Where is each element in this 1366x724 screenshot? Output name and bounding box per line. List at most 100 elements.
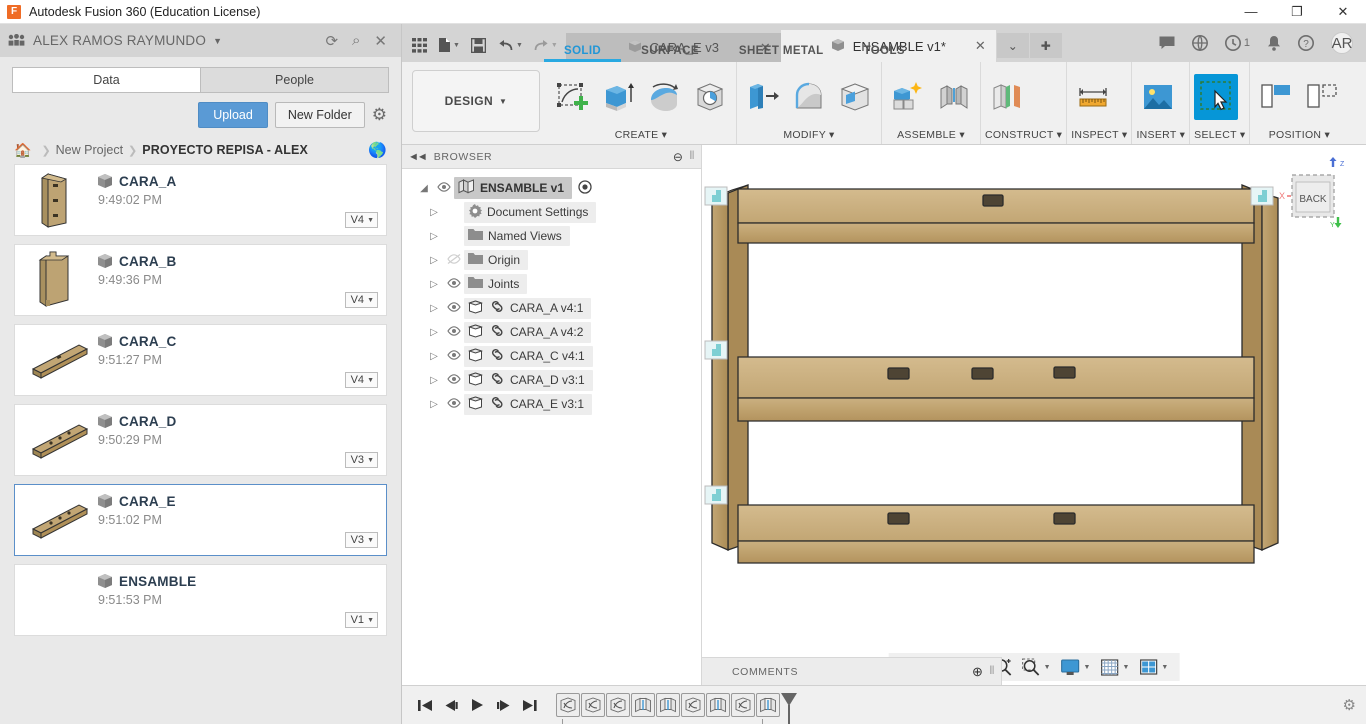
activate-component-icon[interactable]	[578, 180, 592, 197]
visibility-eye-icon[interactable]	[444, 326, 464, 339]
timeline-node[interactable]	[706, 693, 730, 717]
tree-item-chip[interactable]: CARA_A v4:1	[464, 298, 591, 319]
tree-item-chip[interactable]: Document Settings	[464, 202, 596, 223]
browser-tree-item[interactable]: ▷CARA_A v4:2	[402, 320, 701, 344]
insert-image-icon[interactable]	[1136, 74, 1180, 120]
timeline-node[interactable]	[656, 693, 680, 717]
play-icon[interactable]	[464, 698, 490, 712]
tree-expand-arrow[interactable]: ▷	[424, 375, 444, 386]
tree-item-chip[interactable]: CARA_D v3:1	[464, 370, 593, 391]
visibility-eye-icon[interactable]	[434, 182, 454, 195]
file-list-item[interactable]: CARA_B9:49:36 PMV4▼	[14, 244, 387, 316]
view-cube[interactable]: BACK Z Y X	[1268, 157, 1360, 239]
gear-icon[interactable]: ⚙	[372, 105, 387, 125]
fillet-icon[interactable]	[787, 74, 831, 120]
revolve-icon[interactable]	[642, 74, 686, 120]
chevron-down-icon[interactable]: ▼	[213, 36, 222, 46]
ribbon-group-label-create[interactable]: CREATE ▾	[550, 128, 732, 141]
file-version-badge[interactable]: V4▼	[345, 212, 378, 228]
timeline-node[interactable]	[581, 693, 605, 717]
grid-snap-icon[interactable]: ▼	[1097, 657, 1132, 678]
tab-list-dropdown[interactable]: ⌄	[997, 33, 1029, 58]
timeline-marker[interactable]	[781, 693, 797, 706]
undo-icon[interactable]: ▼	[498, 39, 523, 52]
tree-item-chip[interactable]: Joints	[464, 274, 527, 294]
globe-icon[interactable]: 🌎	[368, 141, 391, 159]
file-list-item[interactable]: CARA_C9:51:27 PMV4▼	[14, 324, 387, 396]
ribbon-group-label-construct[interactable]: CONSTRUCT ▾	[985, 128, 1062, 141]
joint-icon[interactable]	[932, 74, 976, 120]
tree-item-chip[interactable]: Origin	[464, 250, 528, 270]
new-file-icon[interactable]: ▼	[438, 37, 460, 53]
step-forward-icon[interactable]	[490, 699, 516, 712]
tree-expand-arrow[interactable]: ▷	[424, 399, 444, 410]
upload-button[interactable]: Upload	[198, 102, 268, 128]
new-tab-button[interactable]: ✚	[1030, 33, 1062, 58]
world-icon[interactable]	[1192, 35, 1208, 51]
refresh-icon[interactable]: ⟳	[325, 32, 338, 50]
timeline-node[interactable]	[756, 693, 780, 717]
offset-plane-icon[interactable]	[985, 74, 1029, 120]
viewport-3d[interactable]: BACK Z Y X ▼	[702, 145, 1366, 685]
ribbon-group-label-inspect[interactable]: INSPECT ▾	[1071, 128, 1127, 141]
browser-tree-item[interactable]: ▷Named Views	[402, 224, 701, 248]
ribbon-group-label-assemble[interactable]: ASSEMBLE ▾	[886, 128, 976, 141]
file-version-badge[interactable]: V4▼	[345, 372, 378, 388]
comments-panel[interactable]: COMMENTS ⊕ ⦀	[702, 657, 1002, 685]
zoom-window-icon[interactable]: ▼	[1019, 656, 1054, 678]
browser-tree-item[interactable]: ▷ Document Settings	[402, 200, 701, 224]
tree-item-chip[interactable]: CARA_E v3:1	[464, 394, 592, 415]
add-comment-icon[interactable]: ⊕	[972, 664, 984, 680]
browser-tree-item[interactable]: ▷ CARA_C v4:1	[402, 344, 701, 368]
ribbon-group-label-modify[interactable]: MODIFY ▾	[741, 128, 877, 141]
minimize-button[interactable]: —	[1228, 0, 1274, 24]
collapse-icon[interactable]: ◄◄	[408, 151, 426, 163]
browser-tree-item[interactable]: ▷ CARA_E v3:1	[402, 392, 701, 416]
viewports-icon[interactable]: ▼	[1136, 657, 1171, 677]
browser-tree-item[interactable]: ▷Joints	[402, 272, 701, 296]
tree-item-chip[interactable]: ENSAMBLE v1	[454, 177, 572, 199]
tree-item-chip[interactable]: Named Views	[464, 226, 570, 246]
save-icon[interactable]	[471, 38, 486, 53]
new-folder-button[interactable]: New Folder	[275, 102, 365, 128]
select-window-icon[interactable]	[1194, 74, 1238, 120]
tree-expand-arrow[interactable]: ▷	[424, 255, 444, 266]
file-version-badge[interactable]: V4▼	[345, 292, 378, 308]
avatar[interactable]: AR	[1331, 32, 1353, 54]
press-pull-icon[interactable]	[741, 74, 785, 120]
visibility-eye-icon[interactable]	[444, 254, 464, 267]
timeline-node[interactable]	[731, 693, 755, 717]
align-icon[interactable]	[1254, 74, 1298, 120]
visibility-eye-icon[interactable]	[444, 374, 464, 387]
tab-data[interactable]: Data	[12, 67, 200, 93]
tree-item-chip[interactable]: CARA_A v4:2	[464, 322, 591, 343]
tree-expand-arrow[interactable]: ▷	[424, 303, 444, 314]
tree-expand-arrow[interactable]: ▷	[424, 351, 444, 362]
tree-item-chip[interactable]: CARA_C v4:1	[464, 346, 593, 367]
job-status-icon[interactable]: 1	[1225, 35, 1250, 51]
shelf-assembly-model[interactable]	[702, 145, 1366, 655]
design-workspace-button[interactable]: DESIGN ▼	[412, 70, 540, 132]
grid-icon[interactable]	[412, 38, 427, 53]
new-component-icon[interactable]	[886, 74, 930, 120]
breadcrumb-project[interactable]: New Project	[56, 143, 123, 157]
tab-sheet-metal[interactable]: SHEET METAL	[719, 41, 844, 62]
browser-tree-item[interactable]: ▷ Origin	[402, 248, 701, 272]
shell-icon[interactable]	[833, 74, 877, 120]
timeline-node[interactable]	[606, 693, 630, 717]
ribbon-group-label-insert[interactable]: INSERT ▾	[1136, 128, 1185, 141]
file-list-item[interactable]: CARA_D9:50:29 PMV3▼	[14, 404, 387, 476]
comment-icon[interactable]	[1159, 36, 1175, 50]
visibility-eye-icon[interactable]	[444, 398, 464, 411]
move-copy-icon[interactable]	[1300, 74, 1344, 120]
file-list-item[interactable]: CARA_A9:49:02 PMV4▼	[14, 164, 387, 236]
tab-solid[interactable]: SOLID	[544, 41, 621, 62]
help-icon[interactable]: ?	[1298, 35, 1314, 51]
tree-expand-arrow[interactable]: ▷	[424, 207, 444, 218]
panel-resize-handle[interactable]: ⦀	[990, 665, 995, 678]
browser-tree-item[interactable]: ◢ENSAMBLE v1	[402, 176, 701, 200]
visibility-eye-icon[interactable]	[444, 350, 464, 363]
file-list-item[interactable]: ENSAMBLE9:51:53 PMV1▼	[14, 564, 387, 636]
close-button[interactable]: ✕	[1320, 0, 1366, 24]
bell-icon[interactable]	[1267, 35, 1281, 51]
